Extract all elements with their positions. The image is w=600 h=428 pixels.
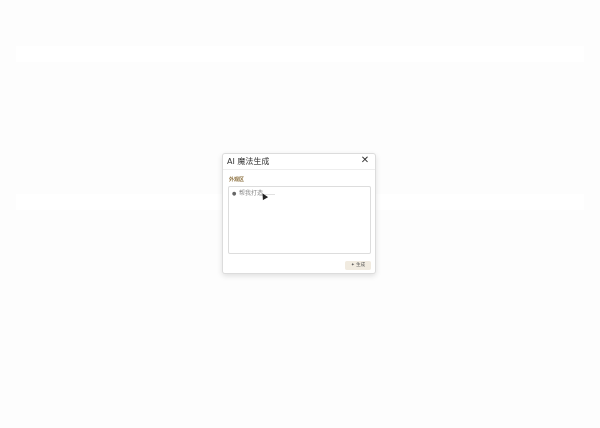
prompt-textarea[interactable]: ● 帮我打造……: [228, 186, 371, 254]
dialog-title: AI 魔法生成: [227, 157, 270, 166]
ai-generate-dialog: AI 魔法生成 ✕ 外观区 ● 帮我打造…… ✦ 生成: [222, 153, 376, 274]
generate-button-label: 生成: [356, 263, 366, 268]
bullet-icon: ●: [232, 191, 237, 197]
close-icon[interactable]: ✕: [359, 155, 371, 167]
page-background: AI 魔法生成 ✕ 外观区 ● 帮我打造…… ✦ 生成: [0, 0, 600, 428]
section-label: 外观区: [229, 177, 245, 183]
background-band-top: [16, 46, 584, 62]
prompt-placeholder: 帮我打造……: [239, 190, 276, 197]
generate-button[interactable]: ✦ 生成: [345, 261, 371, 270]
sparkle-icon: ✦: [350, 263, 355, 268]
dialog-header: AI 魔法生成 ✕: [223, 154, 375, 170]
